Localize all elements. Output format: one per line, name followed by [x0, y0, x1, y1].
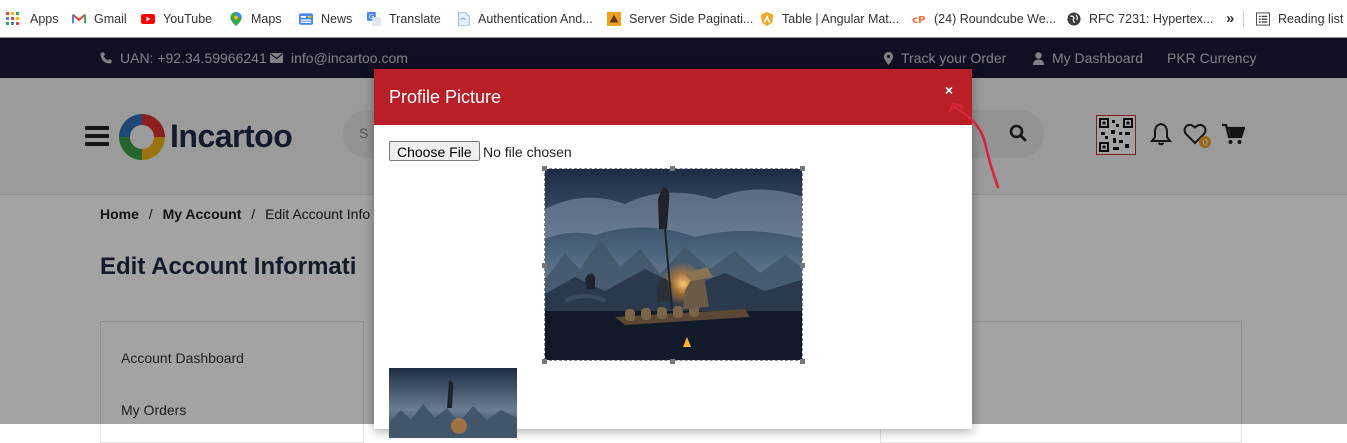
bookmark-roundcube[interactable]: cP (24) Roundcube We... — [912, 0, 1056, 37]
bookmark-translate[interactable]: G Translate — [367, 0, 441, 37]
bookmark-site-icon — [607, 11, 621, 26]
bookmark-label: Apps — [30, 11, 59, 26]
choose-file-button[interactable]: Choose File — [389, 141, 480, 161]
crop-image[interactable] — [544, 168, 803, 361]
angular-icon — [760, 11, 774, 26]
bookmark-pagination[interactable]: Server Side Paginati... — [607, 0, 753, 37]
crop-handle[interactable] — [670, 166, 675, 171]
bookmark-maps[interactable]: Maps — [229, 0, 282, 37]
bookmark-site-icon — [458, 11, 470, 26]
fisherman-photo — [545, 169, 802, 360]
crop-handle[interactable] — [542, 166, 547, 171]
bookmark-label: News — [321, 11, 353, 26]
globe-icon — [1067, 11, 1081, 26]
annotation-arrow-icon — [948, 102, 1000, 189]
cpanel-icon: cP — [912, 14, 925, 25]
news-icon — [299, 12, 313, 25]
reading-list-icon — [1256, 11, 1270, 26]
bookmark-angular[interactable]: Table | Angular Mat... — [760, 0, 899, 37]
bookmark-label: RFC 7231: Hypertex... — [1089, 11, 1214, 26]
bookmark-apps[interactable]: Apps — [6, 0, 59, 37]
profile-picture-modal: Profile Picture × Choose File No file ch… — [374, 69, 972, 438]
svg-text:G: G — [369, 13, 374, 21]
bookmark-youtube[interactable]: YouTube — [141, 0, 212, 37]
reading-list-button[interactable]: Reading list — [1256, 0, 1343, 37]
crop-handle[interactable] — [800, 166, 805, 171]
crop-preview-image — [389, 368, 517, 438]
crop-handle[interactable] — [670, 359, 675, 364]
bookmark-label: Gmail — [94, 11, 127, 26]
crop-handle[interactable] — [800, 263, 805, 268]
bookmark-label: Translate — [389, 11, 441, 26]
crop-handle[interactable] — [800, 359, 805, 364]
svg-text:cP: cP — [912, 14, 925, 25]
apps-grid-icon — [6, 11, 20, 26]
youtube-icon — [141, 13, 155, 24]
crop-handle[interactable] — [542, 359, 547, 364]
bookmarks-overflow-button[interactable]: » — [1226, 0, 1234, 37]
divider — [1243, 10, 1244, 28]
chevron-double-right-icon: » — [1226, 10, 1235, 27]
crop-handle[interactable] — [542, 263, 547, 268]
bookmark-label: (24) Roundcube We... — [934, 11, 1057, 26]
translate-icon: G — [367, 11, 381, 26]
gmail-icon — [72, 13, 86, 23]
bookmark-rfc[interactable]: RFC 7231: Hypertex... — [1067, 0, 1213, 37]
bookmark-label: YouTube — [163, 11, 213, 26]
bookmark-label: Table | Angular Mat... — [782, 11, 900, 26]
modal-header: Profile Picture × — [374, 69, 972, 125]
bookmark-authentication[interactable]: Authentication And... — [456, 0, 593, 37]
reading-list-label: Reading list — [1278, 11, 1344, 26]
modal-title: Profile Picture — [389, 87, 502, 107]
bookmarks-bar: Apps Gmail YouTube Maps News G Translate… — [0, 0, 1347, 38]
maps-icon — [230, 11, 242, 26]
bookmark-label: Maps — [251, 11, 282, 26]
bookmark-gmail[interactable]: Gmail — [72, 0, 127, 37]
bookmark-label: Authentication And... — [478, 11, 593, 26]
bookmark-label: Server Side Paginati... — [629, 11, 754, 26]
bookmark-news[interactable]: News — [299, 0, 352, 37]
file-status-text: No file chosen — [483, 144, 572, 160]
